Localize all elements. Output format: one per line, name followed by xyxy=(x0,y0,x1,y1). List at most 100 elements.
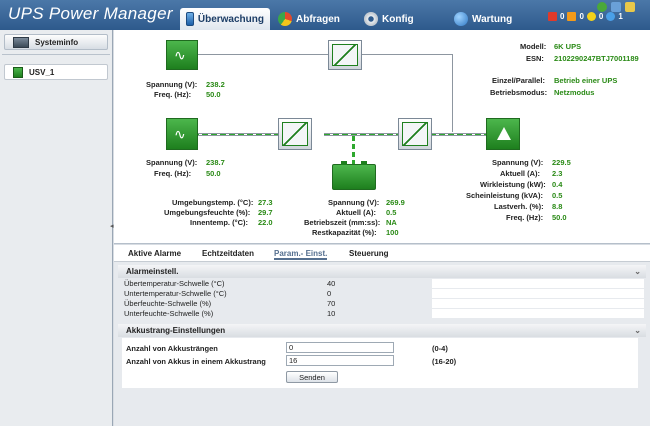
mains-input-module[interactable]: ∿ xyxy=(166,118,198,150)
sidebar: Systeminfo USV_1 xyxy=(0,30,113,426)
bypass-input-module[interactable]: ∿ xyxy=(166,40,198,70)
chevron-down-icon[interactable]: ⌄ xyxy=(634,326,641,335)
strings-label: Anzahl von Akkusträngen xyxy=(126,344,218,353)
chevron-down-icon[interactable]: ⌄ xyxy=(634,267,641,276)
tab-label: Überwachung xyxy=(197,13,264,25)
inverter-module[interactable] xyxy=(398,118,432,150)
output-current: 2.3 xyxy=(552,169,563,178)
system-icon xyxy=(13,36,29,48)
sidebar-divider xyxy=(2,54,110,55)
output-module[interactable] xyxy=(486,118,520,150)
ambient-humidity: 29.7 xyxy=(258,208,273,217)
section-title: Akkustrang-Einstellungen xyxy=(126,326,226,335)
ac-sine-icon: ∿ xyxy=(174,47,186,63)
sidebar-item-systeminfo[interactable]: Systeminfo xyxy=(4,34,108,50)
load-icon xyxy=(497,127,511,140)
battery-settings-header[interactable]: Akkustrang-Einstellungen ⌄ xyxy=(118,324,646,337)
minor-alarm-icon xyxy=(586,12,596,21)
warning-alarm-icon xyxy=(606,12,616,21)
logout-icon[interactable] xyxy=(625,2,635,12)
row-label: Untertemperatur-Schwelle (°C) xyxy=(124,289,227,298)
send-button[interactable]: Senden xyxy=(286,371,338,383)
batteries-range-hint: (16-20) xyxy=(432,357,457,366)
strings-count-input[interactable]: 0 xyxy=(286,342,394,353)
tab-label: Konfig xyxy=(382,13,414,25)
battery-current-label: Aktuell (A): xyxy=(336,208,376,217)
ambient-temp-label: Umgebungstemp. (°C): xyxy=(172,198,254,207)
row-value: 70 xyxy=(327,299,336,308)
alarm-settings-header[interactable]: Alarmeinstell. ⌄ xyxy=(118,265,646,278)
active-power: 0.4 xyxy=(552,180,563,189)
bypass-voltage-label: Spannung (V): xyxy=(146,80,198,89)
minor-count: 0 xyxy=(598,12,604,21)
sidebar-item-label: USV_1 xyxy=(29,67,55,77)
ac-sine-icon: ∿ xyxy=(174,126,186,142)
esn-label: ESN: xyxy=(526,54,544,63)
tab-ueberwachung[interactable]: Überwachung xyxy=(180,8,270,30)
major-alarm-icon xyxy=(567,12,577,21)
tab-echtzeitdaten[interactable]: Echtzeitdaten xyxy=(202,249,254,258)
detail-tabs: Aktive Alarme Echtzeitdaten Param.- Eins… xyxy=(114,245,650,262)
output-line xyxy=(430,133,488,136)
help-icon[interactable] xyxy=(597,2,607,12)
monitor-icon xyxy=(186,12,194,26)
pie-chart-icon xyxy=(278,12,292,26)
battery-runtime: NA xyxy=(386,218,397,227)
batteries-per-string-label: Anzahl von Akkus in einem Akkustrang xyxy=(126,357,266,366)
mains-voltage: 238.7 xyxy=(206,158,225,167)
sidebar-item-usv1[interactable]: USV_1 xyxy=(4,64,108,80)
tab-konfig[interactable]: Konfig xyxy=(358,8,420,30)
output-freq: 50.0 xyxy=(552,213,567,222)
row-field xyxy=(432,279,644,288)
bypass-freq-label: Freq. (Hz): xyxy=(154,90,192,99)
tab-wartung[interactable]: Wartung xyxy=(448,8,518,30)
row-field xyxy=(432,289,644,298)
row-label: Übertemperatur-Schwelle (°C) xyxy=(124,279,225,288)
window-controls xyxy=(597,2,635,12)
tab-steuerung[interactable]: Steuerung xyxy=(349,249,389,258)
batteries-per-string-input[interactable]: 16 xyxy=(286,355,394,366)
model-value: 6K UPS xyxy=(554,42,582,51)
active-power-label: Wirkleistung (kW): xyxy=(480,180,546,189)
bypass-down-line xyxy=(452,54,453,132)
tab-label: Abfragen xyxy=(296,13,340,25)
settings-panel: Alarmeinstell. ⌄ Übertemperatur-Schwelle… xyxy=(114,262,650,426)
row-field xyxy=(432,299,644,308)
tab-aktive-alarme[interactable]: Aktive Alarme xyxy=(128,249,181,258)
bypass-freq: 50.0 xyxy=(206,90,221,99)
esn-value: 2102290247BTJ7001189 xyxy=(554,54,639,63)
mains-voltage-label: Spannung (V): xyxy=(146,158,198,167)
table-row: Überfeuchte-Schwelle (%) 70 xyxy=(122,299,646,309)
bypass-switch-module[interactable] xyxy=(328,40,362,70)
battery-module[interactable] xyxy=(332,161,376,190)
tab-param-einst[interactable]: Param.- Einst. xyxy=(274,249,328,260)
home-icon[interactable] xyxy=(611,2,621,12)
globe-icon xyxy=(454,12,468,26)
section-title: Alarmeinstell. xyxy=(126,267,179,276)
strings-range-hint: (0-4) xyxy=(432,344,448,353)
battery-terminal-icon xyxy=(341,161,347,165)
battery-line xyxy=(352,136,355,164)
row-field xyxy=(432,309,644,318)
rectifier-module[interactable] xyxy=(278,118,312,150)
tab-label: Wartung xyxy=(472,13,513,25)
table-row: Unterfeuchte-Schwelle (%) 10 xyxy=(122,309,646,319)
table-row: Untertemperatur-Schwelle (°C) 0 xyxy=(122,289,646,299)
battery-runtime-label: Betriebszeit (mm:ss): xyxy=(304,218,381,227)
mains-freq-label: Freq. (Hz): xyxy=(154,169,192,178)
model-label: Modell: xyxy=(520,42,547,51)
row-label: Unterfeuchte-Schwelle (%) xyxy=(124,309,214,318)
critical-count: 0 xyxy=(560,12,565,21)
ups-device-icon xyxy=(13,66,23,78)
row-value: 40 xyxy=(327,279,336,288)
alarm-summary[interactable]: 0 0 0 1 xyxy=(548,12,623,21)
ambient-humidity-label: Umgebungsfeuchte (%): xyxy=(164,208,251,217)
dc-bus-line xyxy=(324,133,400,136)
parallel-mode-label: Einzel/Parallel: xyxy=(492,76,545,85)
row-value: 10 xyxy=(327,309,336,318)
gear-icon xyxy=(364,12,378,26)
bypass-voltage: 238.2 xyxy=(206,80,225,89)
tab-abfragen[interactable]: Abfragen xyxy=(272,8,346,30)
warning-count: 1 xyxy=(618,12,623,21)
battery-capacity: 100 xyxy=(386,228,399,237)
